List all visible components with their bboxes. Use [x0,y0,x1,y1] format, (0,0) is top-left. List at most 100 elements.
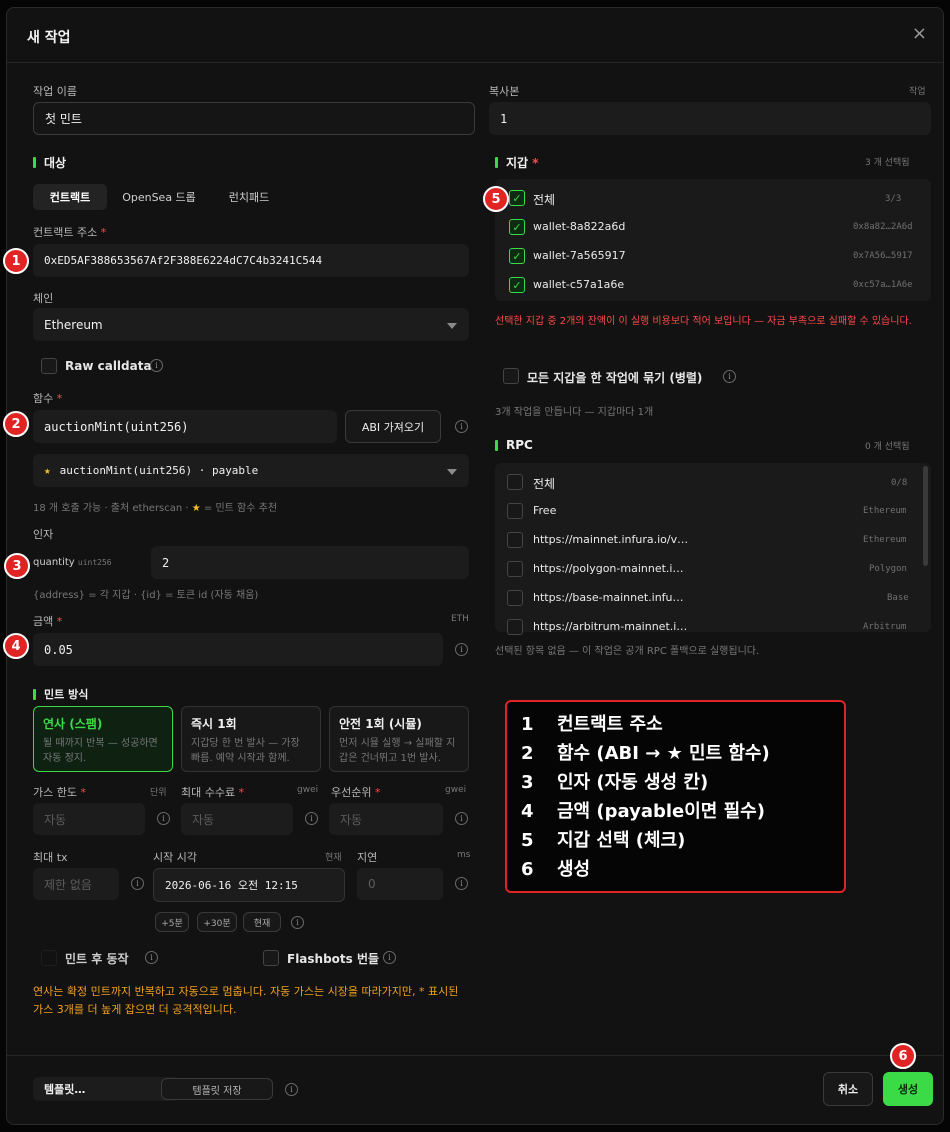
contract-address-label: 컨트랙트 주소 * [33,226,107,239]
tab-opensea-drop[interactable]: OpenSea 드롭 [113,184,205,210]
amount-input[interactable]: 0.05 [33,633,443,666]
legend-item: 6 생성 [521,859,591,880]
wallet-all-label: 전체 [533,193,556,207]
chevron-down-icon [447,469,457,475]
flashbots-checkbox[interactable] [263,950,279,966]
amount-label: 금액 * [33,615,63,628]
info-icon[interactable]: i [723,370,736,383]
bundle-wallets-checkbox[interactable] [503,368,519,384]
rpc-checkbox[interactable] [507,532,523,548]
close-icon[interactable]: × [912,23,927,44]
info-icon[interactable]: i [145,951,158,964]
gas-limit-input[interactable]: 자동 [33,803,145,835]
start-time-input[interactable]: 2026-06-16 오전 12:15 [153,868,345,902]
job-name-input[interactable]: 첫 민트 [33,102,475,135]
start-time-now: 현재 [325,853,342,863]
rpc-chain: Base [887,593,909,603]
raw-calldata-label: Raw calldata [65,359,152,373]
star-icon: ★ [44,464,51,477]
info-icon[interactable]: i [131,877,144,890]
info-icon[interactable]: i [150,359,163,372]
mint-mode-spam[interactable]: 연사 (스팸) 될 때까지 반복 — 성공하면 자동 정지. [33,706,173,772]
section-mint-mode: 민트 방식 [33,686,88,702]
wallet-all-checkbox[interactable]: ✓ [509,190,525,206]
priority-unit: gwei [445,785,467,795]
tab-contract[interactable]: 컨트랙트 [33,184,107,210]
annotation-badge-1: 1 [3,248,29,274]
rpc-chain: Polygon [869,564,907,574]
wallet-checkbox[interactable]: ✓ [509,248,525,264]
chip-plus-5min[interactable]: +5분 [155,912,189,932]
bundle-wallets-label: 모든 지갑을 한 작업에 묶기 (병렬) [527,371,703,385]
info-icon[interactable]: i [305,812,318,825]
chip-plus-30min[interactable]: +30분 [197,912,237,932]
info-icon[interactable]: i [291,916,304,929]
copies-label: 복사본 [489,85,520,98]
rpc-checkbox[interactable] [507,503,523,519]
save-template-button[interactable]: 템플릿 저장 [161,1078,273,1100]
function-select[interactable]: ★ auctionMint(uint256) · payable [33,454,469,487]
annotation-badge-6: 6 [890,1043,916,1069]
info-icon[interactable]: i [157,812,170,825]
priority-input[interactable]: 자동 [329,803,443,835]
delay-unit: ms [457,850,471,860]
create-button[interactable]: 생성 [883,1072,933,1106]
tab-launchpad[interactable]: 런치패드 [217,184,281,210]
mint-mode-safe[interactable]: 안전 1회 (시뮬) 먼저 시뮬 실행 → 실패할 지갑은 건너뛰고 1번 발사… [329,706,469,772]
rpc-hint: 선택된 항목 없음 — 이 작업은 공개 RPC 폴백으로 실행됩니다. [495,646,760,657]
annotation-badge-5: 5 [483,186,509,212]
arg-quantity-input[interactable]: 2 [151,546,469,579]
chain-select[interactable]: Ethereum [33,308,469,341]
template-select[interactable]: 템플릿… [33,1077,179,1101]
wallet-name: wallet-c57a1a6e [533,278,625,291]
rpc-list [495,463,931,632]
rpc-checkbox[interactable] [507,619,523,635]
function-hint: 18 개 호출 가능 · 출처 etherscan · ★ = 민트 함수 추천 [33,503,278,514]
wallet-address: 0x7A56…5917 [853,251,913,261]
raw-calldata-checkbox[interactable] [41,358,57,374]
wallet-checkbox[interactable]: ✓ [509,277,525,293]
info-icon[interactable]: i [455,812,468,825]
info-icon[interactable]: i [455,420,468,433]
wallet-checkbox[interactable]: ✓ [509,219,525,235]
after-mint-toggle[interactable] [41,950,57,966]
gas-limit-label: 가스 한도 * [33,786,86,799]
rpc-all-checkbox[interactable] [507,474,523,490]
annotation-legend: 1 컨트랙트 주소 2 함수 (ABI → ★ 민트 함수) 3 인자 (자동 생성 … [505,700,846,893]
mint-warning: 연사는 확정 민트까지 반복하고 자동으로 멈춥니다. 자동 가스는 시장을 따… [33,985,459,1016]
legend-item: 3 인자 (자동 생성 칸) [521,772,709,793]
cancel-button[interactable]: 취소 [823,1072,873,1106]
max-fee-unit: gwei [297,785,319,795]
function-input[interactable]: auctionMint(uint256) [33,410,337,443]
wallet-address: 0x8a82…2A6d [853,222,913,232]
after-mint-label: 민트 후 동작 [65,952,129,966]
rpc-name: Free [533,504,557,517]
max-fee-input[interactable]: 자동 [181,803,293,835]
chevron-down-icon [447,323,457,329]
section-rpc: RPC [495,438,533,452]
copies-input[interactable]: 1 [489,102,931,135]
info-icon[interactable]: i [285,1083,298,1096]
rpc-checkbox[interactable] [507,561,523,577]
fetch-abi-button[interactable]: ABI 가져오기 [345,410,441,443]
rpc-scrollbar[interactable] [923,466,928,566]
annotation-badge-2: 2 [3,411,29,437]
chip-now[interactable]: 현재 [243,912,281,932]
chain-label: 체인 [33,292,54,305]
modal-header: 새 작업 × [7,8,943,63]
rpc-checkbox[interactable] [507,590,523,606]
job-name-label: 작업 이름 [33,85,77,98]
info-icon[interactable]: i [455,643,468,656]
legend-item: 2 함수 (ABI → ★ 민트 함수) [521,743,770,764]
delay-input[interactable]: 0 [357,868,443,900]
rpc-name: https://arbitrum-mainnet.i… [533,620,688,632]
info-icon[interactable]: i [455,877,468,890]
info-icon[interactable]: i [383,951,396,964]
delay-label: 지연 [357,851,378,864]
gas-limit-unit: 단위 [150,788,167,798]
contract-address-input[interactable]: 0xED5AF388653567Af2F388E6224dC7C4b3241C5… [33,244,469,277]
rpc-all-label: 전체 [533,477,556,491]
start-time-label: 시작 시각 [153,851,197,864]
mint-mode-once[interactable]: 즉시 1회 지갑당 한 번 발사 — 가장 빠름. 예약 시작과 함께. [181,706,321,772]
max-tx-input[interactable]: 제한 없음 [33,868,119,900]
